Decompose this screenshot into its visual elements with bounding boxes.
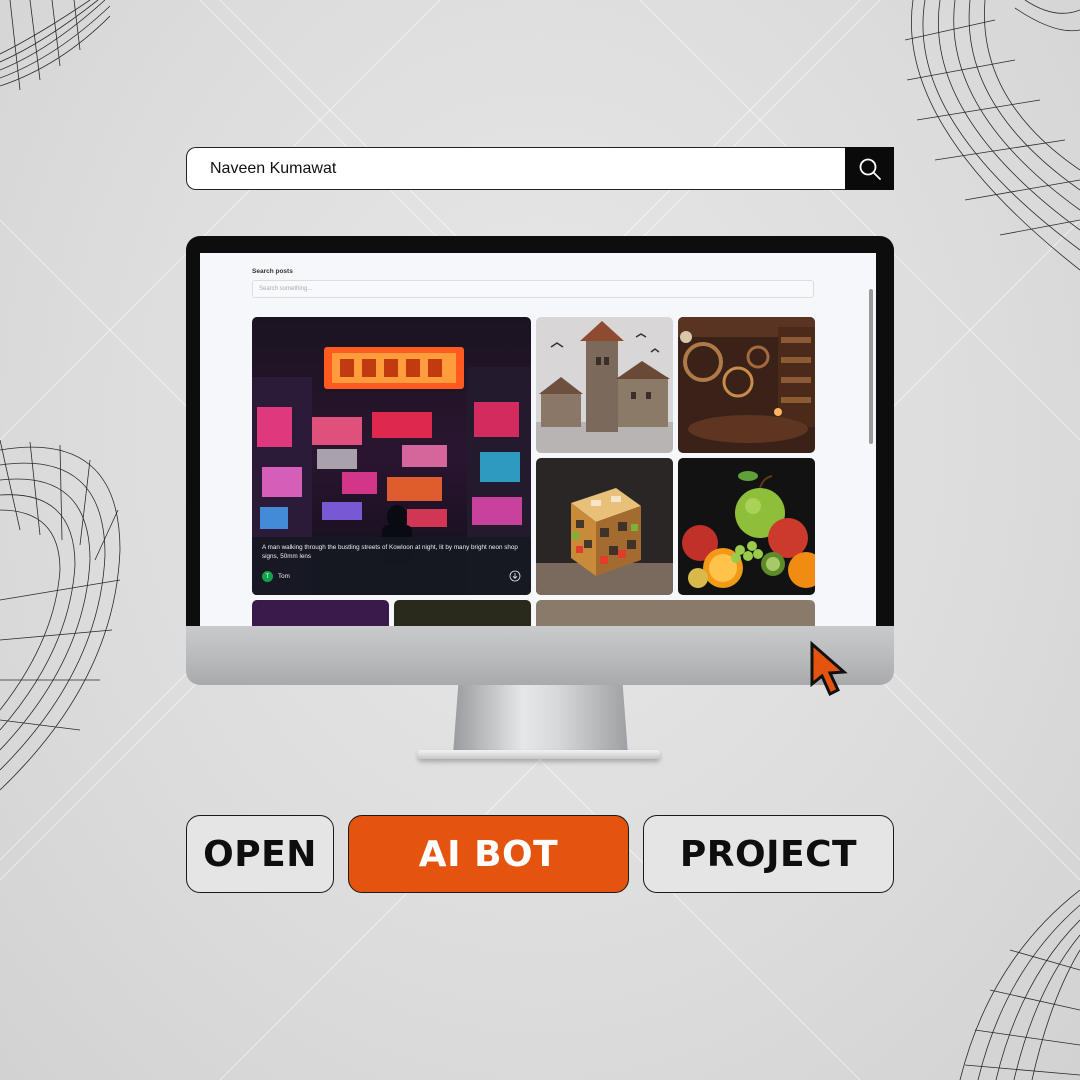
author-avatar: T bbox=[262, 571, 273, 582]
ai-bot-button[interactable]: AI BOT bbox=[348, 815, 629, 893]
post-card-partial-3[interactable] bbox=[536, 600, 815, 626]
post-card-featured[interactable]: A man walking through the bustling stree… bbox=[252, 317, 531, 595]
post-card-cube[interactable] bbox=[536, 458, 673, 595]
cursor-arrow-icon bbox=[810, 640, 848, 697]
author-name: Tom bbox=[278, 573, 290, 580]
scrollbar[interactable] bbox=[869, 289, 873, 444]
post-card-castle[interactable] bbox=[536, 317, 673, 453]
post-card-library[interactable] bbox=[678, 317, 815, 453]
post-card-partial-2[interactable] bbox=[394, 600, 531, 626]
post-caption-overlay: A man walking through the bustling stree… bbox=[252, 537, 531, 595]
post-card-partial-1[interactable] bbox=[252, 600, 389, 626]
download-icon[interactable] bbox=[509, 570, 521, 582]
top-search-input[interactable]: Naveen Kumawat bbox=[186, 147, 845, 190]
post-image-library bbox=[678, 317, 815, 453]
search-icon bbox=[859, 158, 881, 180]
post-image-fruit bbox=[678, 458, 815, 595]
post-card-fruit[interactable] bbox=[678, 458, 815, 595]
monitor-chin bbox=[186, 626, 894, 685]
post-image-castle bbox=[536, 317, 673, 453]
post-prompt-text: A man walking through the bustling stree… bbox=[262, 544, 518, 560]
monitor-screen: Search posts Search something... A man w… bbox=[200, 253, 876, 626]
wireframe-top-left bbox=[0, 0, 110, 90]
monitor-stand bbox=[453, 685, 628, 755]
top-search-bar: Naveen Kumawat bbox=[186, 147, 894, 190]
wireframe-top-right bbox=[905, 0, 1080, 271]
project-button[interactable]: PROJECT bbox=[643, 815, 894, 893]
search-posts-label: Search posts bbox=[252, 268, 293, 275]
open-button[interactable]: OPEN bbox=[186, 815, 334, 893]
search-posts-input[interactable]: Search something... bbox=[252, 280, 814, 298]
post-image-food-cube bbox=[536, 458, 673, 595]
monitor: Search posts Search something... A man w… bbox=[186, 236, 894, 685]
top-search-button[interactable] bbox=[845, 147, 894, 190]
wireframe-left bbox=[0, 439, 121, 791]
monitor-stand-base bbox=[418, 750, 660, 759]
wireframe-bottom-right bbox=[959, 890, 1080, 1080]
